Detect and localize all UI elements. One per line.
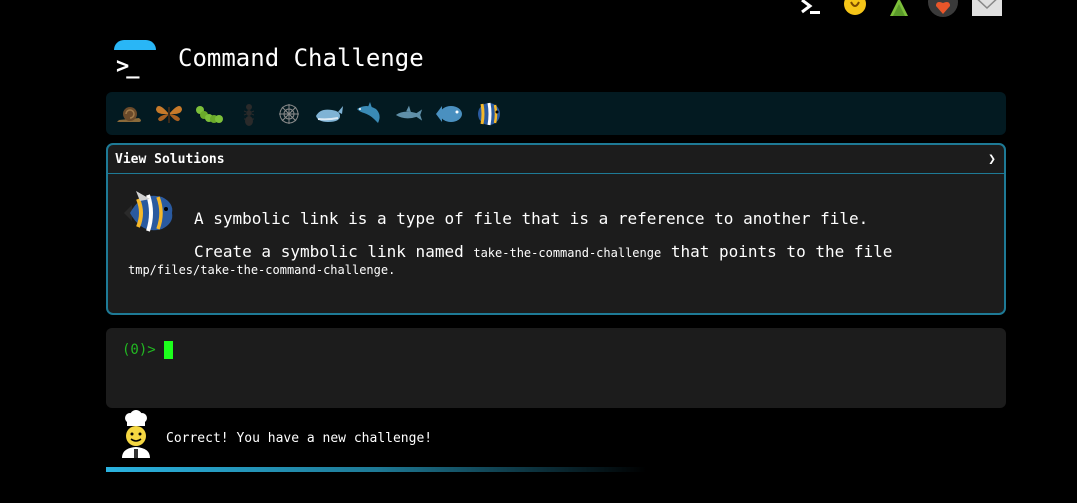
butterfly-icon[interactable] — [154, 99, 184, 129]
target-path-code: tmp/files/take-the-command-challenge — [128, 263, 389, 277]
challenge-target-path: tmp/files/take-the-command-challenge. — [128, 263, 395, 277]
lightbulb-icon[interactable] — [840, 0, 870, 18]
snail-icon[interactable] — [114, 99, 144, 129]
terminal-prompt: (0)> — [122, 341, 156, 358]
tropical-fish-icon — [122, 189, 176, 237]
top-icon-bar — [796, 0, 1002, 18]
view-solutions-toggle[interactable]: View Solutions ❯ — [108, 145, 1004, 174]
logo-text: >_ — [116, 54, 139, 79]
feedback-area: Correct! You have a new challenge! — [116, 410, 432, 458]
challenge-panel: View Solutions ❯ A symbolic link is a ty… — [106, 143, 1006, 315]
envelope-icon[interactable] — [972, 0, 1002, 18]
terminal-cursor — [163, 340, 173, 359]
level-bar — [106, 92, 1006, 135]
instruction-prefix: Create a symbolic link named — [194, 242, 474, 261]
challenge-instruction: Create a symbolic link named take-the-co… — [194, 242, 892, 261]
terminal-icon[interactable] — [796, 0, 826, 18]
logo-cap-icon — [114, 40, 156, 50]
dolphin-icon[interactable] — [354, 99, 384, 129]
spider-web-icon[interactable] — [274, 99, 304, 129]
page-title: Command Challenge — [178, 44, 424, 72]
logo[interactable]: >_ — [106, 38, 156, 82]
tropical-fish-icon[interactable] — [474, 99, 504, 129]
chef-icon — [116, 410, 156, 458]
tree-icon[interactable] — [884, 0, 914, 18]
ant-icon[interactable] — [234, 99, 264, 129]
feedback-message: Correct! You have a new challenge! — [166, 430, 433, 446]
header: >_ Command Challenge — [106, 30, 424, 90]
view-solutions-label: View Solutions — [115, 151, 225, 167]
target-path-suffix: . — [388, 263, 396, 277]
fish-icon[interactable] — [434, 99, 464, 129]
shark-icon[interactable] — [394, 99, 424, 129]
whale-icon[interactable] — [314, 99, 344, 129]
challenge-description: A symbolic link is a type of file that i… — [194, 209, 869, 228]
link-name-code: take-the-command-challenge — [473, 246, 662, 260]
chevron-right-icon: ❯ — [988, 151, 996, 167]
instruction-suffix: that points to the file — [661, 242, 893, 261]
terminal-input[interactable]: (0)> — [106, 328, 1006, 408]
heart-badge-icon[interactable] — [928, 0, 958, 18]
caterpillar-icon[interactable] — [194, 99, 224, 129]
progress-bar — [106, 467, 646, 472]
